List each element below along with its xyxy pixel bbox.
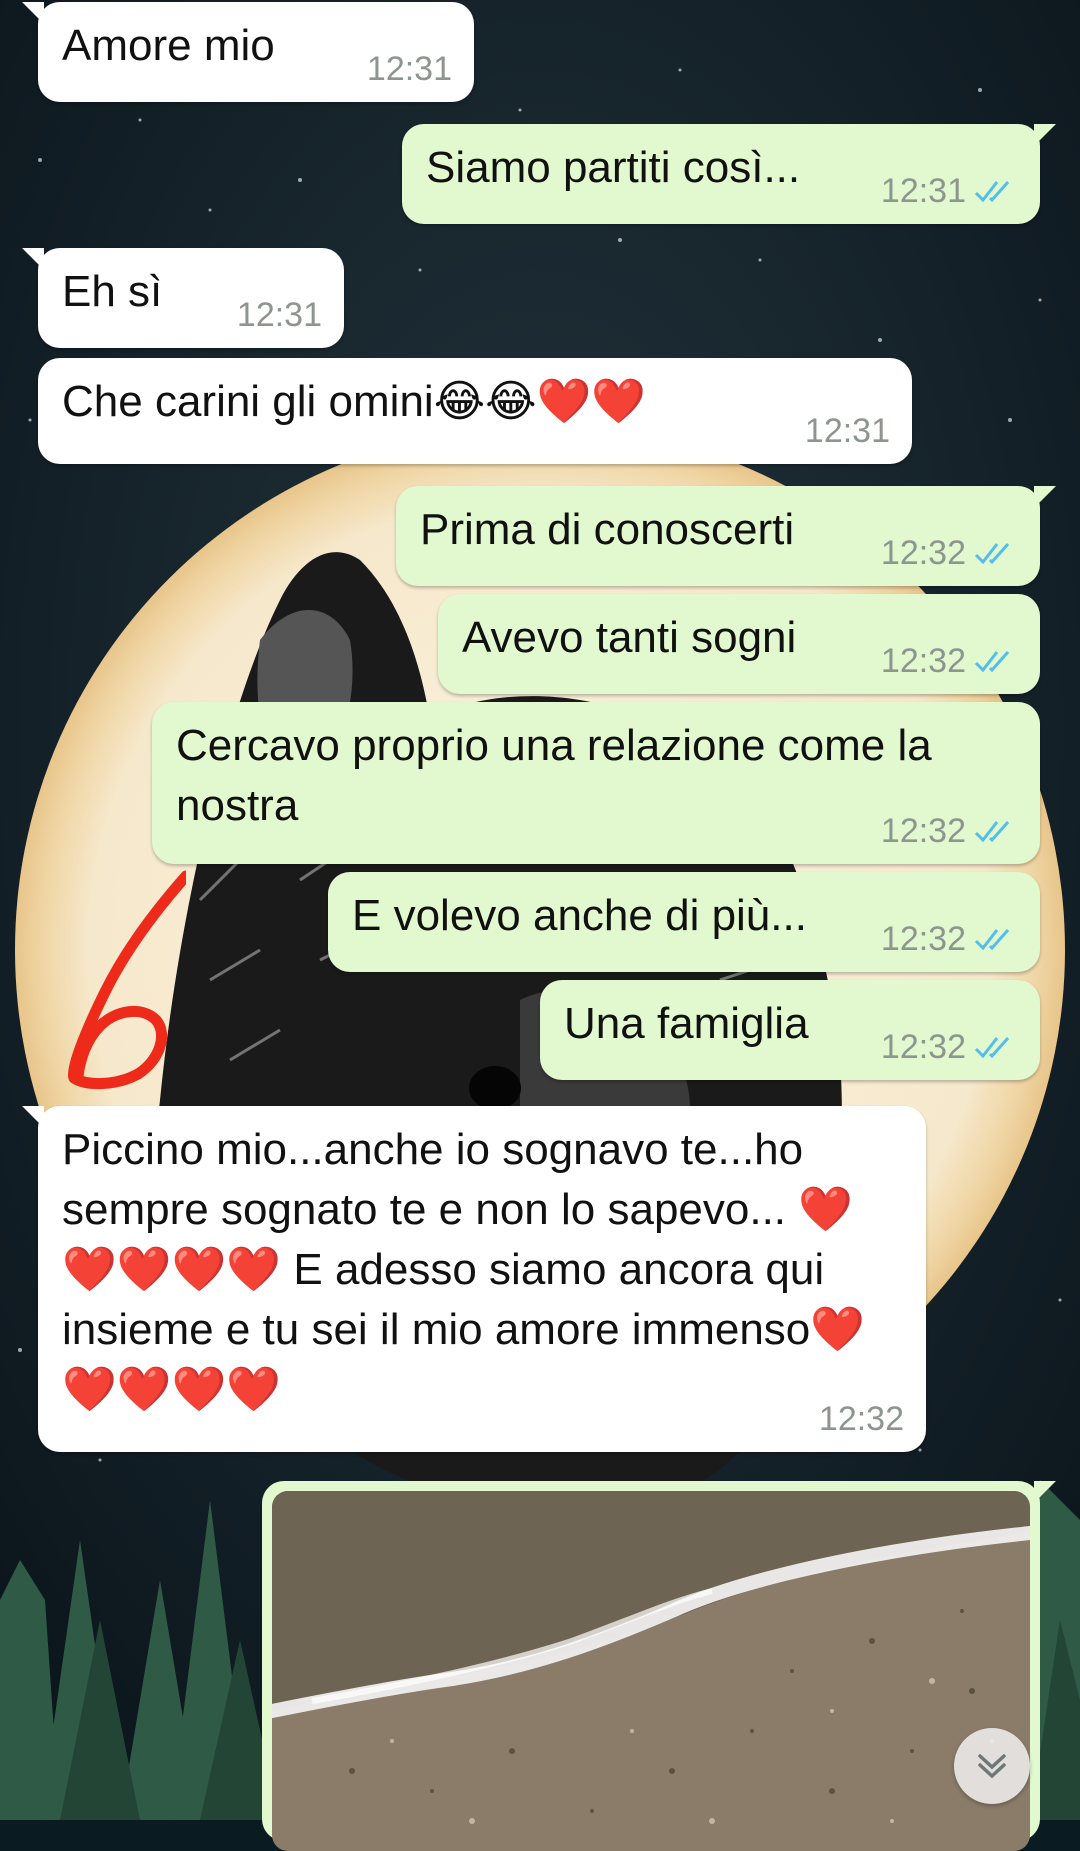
double-check-icon <box>974 181 1010 203</box>
double-check-icon <box>974 821 1010 843</box>
message-time: 12:32 <box>818 1400 904 1438</box>
message-incoming[interactable]: Piccino mio...anche io sognavo te...ho s… <box>22 1106 926 1452</box>
message-time: 12:32 <box>880 812 966 850</box>
message-outgoing[interactable]: Una famiglia 12:32 <box>540 980 1040 1080</box>
scroll-to-bottom-button[interactable] <box>954 1728 1030 1804</box>
message-meta: 12:31 <box>881 174 1018 208</box>
message-text: Avevo tanti sogni <box>462 613 797 662</box>
message-time: 12:31 <box>880 172 966 210</box>
beach-photo-image <box>272 1491 1030 1851</box>
message-outgoing[interactable]: Prima di conoscerti 12:32 <box>396 486 1056 586</box>
message-text: Piccino mio...anche io sognavo te...ho s… <box>62 1125 866 1414</box>
message-incoming[interactable]: Amore mio 12:31 <box>22 2 474 102</box>
handwritten-annotation: 6 <box>56 870 186 1090</box>
message-meta: 12:32 <box>881 922 1018 956</box>
message-time: 12:31 <box>366 50 452 88</box>
message-time: 12:32 <box>880 1028 966 1066</box>
message-time: 12:32 <box>880 642 966 680</box>
message-outgoing[interactable]: Avevo tanti sogni 12:32 <box>438 594 1040 694</box>
message-text: Prima di conoscerti <box>420 505 795 554</box>
message-outgoing[interactable]: Cercavo proprio una relazione come la no… <box>152 702 1040 864</box>
chevron-down-icon <box>978 1754 1006 1779</box>
message-text: Che carini gli omini😂😂❤️❤️ <box>62 377 647 426</box>
message-text: E volevo anche di più... <box>352 891 807 940</box>
message-text: Una famiglia <box>564 999 809 1048</box>
annotation-text: 6 <box>56 870 57 871</box>
double-check-icon <box>974 929 1010 951</box>
double-check-icon <box>974 1037 1010 1059</box>
message-meta: 12:32 <box>881 536 1018 570</box>
message-time: 12:31 <box>804 412 890 450</box>
message-text: Cercavo proprio una relazione come la no… <box>176 721 944 830</box>
message-text: Siamo partiti così... <box>426 143 801 192</box>
message-text: Amore mio <box>62 21 275 70</box>
message-meta: 12:31 <box>367 52 452 86</box>
message-meta: 12:31 <box>237 298 322 332</box>
message-incoming[interactable]: Eh sì 12:31 <box>22 248 344 348</box>
message-meta: 12:32 <box>881 1030 1018 1064</box>
message-outgoing-photo[interactable] <box>262 1481 1056 1851</box>
message-meta: 12:32 <box>881 644 1018 678</box>
message-incoming[interactable]: Che carini gli omini😂😂❤️❤️ 12:31 <box>38 358 912 464</box>
message-time: 12:31 <box>236 296 322 334</box>
message-meta: 12:32 <box>819 1402 904 1436</box>
double-check-icon <box>974 543 1010 565</box>
message-text: Eh sì <box>62 267 163 316</box>
double-check-icon <box>974 651 1010 673</box>
beach-photo[interactable] <box>272 1491 1030 1851</box>
message-outgoing[interactable]: E volevo anche di più... 12:32 <box>328 872 1040 972</box>
message-time: 12:32 <box>880 920 966 958</box>
message-outgoing[interactable]: Siamo partiti così... 12:31 <box>402 124 1056 224</box>
message-meta: 12:32 <box>881 814 1018 848</box>
message-meta: 12:31 <box>805 414 890 448</box>
message-time: 12:32 <box>880 534 966 572</box>
